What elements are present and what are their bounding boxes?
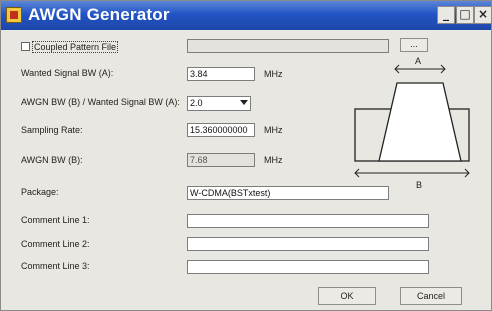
wanted-bw-input[interactable]: 3.84 [187, 67, 255, 81]
comment-line-1-label: Comment Line 1: [21, 215, 90, 225]
awgn-bw-unit: MHz [264, 155, 283, 165]
package-label: Package: [21, 187, 59, 197]
close-button[interactable]: × [474, 6, 492, 24]
ratio-label: AWGN BW (B) / Wanted Signal BW (A): [21, 97, 180, 107]
minimize-button[interactable]: _ [437, 6, 455, 24]
sampling-rate-input[interactable]: 15.360000000 [187, 123, 255, 137]
comment-line-2-label: Comment Line 2: [21, 239, 90, 249]
awgn-bw-field: 7.68 [187, 153, 255, 167]
coupled-pattern-checkbox[interactable] [21, 42, 30, 51]
wanted-bw-label: Wanted Signal BW (A): [21, 68, 114, 78]
coupled-pattern-label[interactable]: Coupled Pattern File [32, 41, 119, 53]
wanted-bw-unit: MHz [264, 69, 283, 79]
signal-spectrum-trapezoid [378, 82, 462, 162]
ratio-select[interactable]: 2.0 [187, 96, 251, 111]
bandwidth-a-label: A [415, 56, 421, 66]
awgn-generator-window: AWGN Generator _ □ × Coupled Pattern Fil… [0, 0, 492, 311]
sampling-rate-label: Sampling Rate: [21, 125, 83, 135]
window-title: AWGN Generator [28, 5, 170, 24]
browse-button[interactable]: ... [400, 38, 428, 52]
ratio-value: 2.0 [190, 98, 203, 108]
comment-line-1-input[interactable] [187, 214, 429, 228]
bandwidth-b-label: B [416, 180, 422, 190]
comment-line-3-input[interactable] [187, 260, 429, 274]
cancel-button[interactable]: Cancel [400, 287, 462, 305]
comment-line-3-label: Comment Line 3: [21, 261, 90, 271]
bandwidth-diagram: A B [354, 56, 470, 190]
maximize-button[interactable]: □ [456, 6, 474, 24]
awgn-bw-label: AWGN BW (B): [21, 155, 83, 165]
app-icon [6, 7, 22, 23]
comment-line-2-input[interactable] [187, 237, 429, 251]
sampling-rate-unit: MHz [264, 125, 283, 135]
title-bar[interactable]: AWGN Generator _ □ × [1, 1, 492, 30]
coupled-pattern-path-field[interactable] [187, 39, 389, 53]
ok-button[interactable]: OK [318, 287, 376, 305]
chevron-down-icon[interactable] [240, 100, 248, 105]
